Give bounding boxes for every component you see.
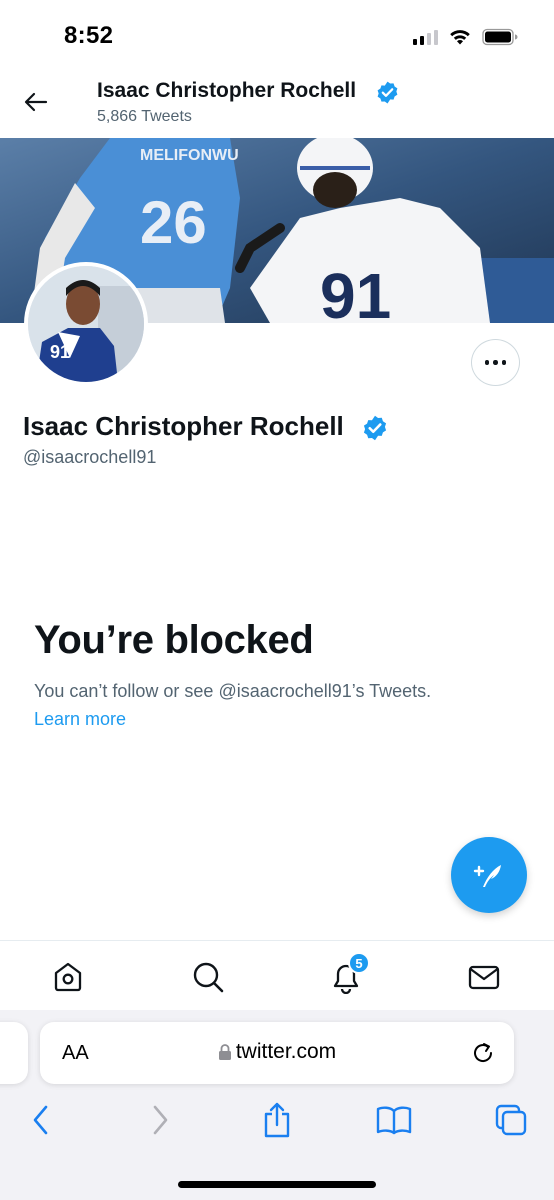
previous-tab-preview[interactable] [0,1022,28,1084]
tab-messages[interactable] [464,957,504,997]
status-time: 8:52 [64,22,114,49]
banner-jersey-right: 91 [320,260,391,323]
avatar-jersey-number: 91 [50,342,70,362]
search-icon [193,962,224,993]
tab-search[interactable] [188,957,228,997]
chevron-right-icon [153,1105,168,1135]
share-icon [264,1102,290,1138]
profile-name: Isaac Christopher Rochell [23,411,344,441]
url-text: twitter.com [235,1040,337,1063]
verified-badge-icon [363,415,387,441]
status-icons [413,26,518,48]
browser-forward-button[interactable] [140,1100,180,1140]
bookmarks-button[interactable] [374,1100,414,1140]
tab-home[interactable] [48,957,88,997]
arrow-left-icon [24,92,48,112]
home-indicator [178,1181,376,1188]
book-icon [376,1106,412,1135]
avatar-photo: 91 [28,266,144,382]
cellular-signal-icon [413,29,438,45]
status-bar: 8:52 [0,0,554,66]
back-button[interactable] [20,88,52,116]
bottom-tab-bar [0,940,554,1010]
mail-icon [468,965,500,990]
address-bar[interactable]: AA twitter.com [40,1022,514,1084]
wifi-icon [450,30,470,45]
blocked-description: You can’t follow or see @isaacrochell91’… [34,681,432,701]
reload-icon[interactable] [470,1040,496,1066]
browser-chrome: AA twitter.com [0,1010,554,1200]
home-icon [54,962,82,992]
verified-badge-icon [377,81,398,104]
url-display: twitter.com [40,1040,514,1064]
learn-more-link[interactable]: Learn more [34,709,126,730]
banner-nameplate: MELIFONWU [140,147,239,164]
chevron-left-icon [33,1105,48,1135]
blocked-title: You’re blocked [34,618,314,662]
battery-icon [482,28,518,46]
banner-jersey-left: 26 [140,189,207,256]
header-title: Isaac Christopher Rochell [97,79,357,102]
profile-handle: @isaacrochell91 [23,447,157,467]
profile-header: Isaac Christopher Rochell 5,866 Tweets [0,66,554,138]
tweet-count: 5,866 Tweets [97,108,192,125]
notification-count-badge: 5 [348,952,370,974]
browser-back-button[interactable] [21,1100,61,1140]
tabs-icon [495,1104,527,1136]
tabs-button[interactable] [491,1100,531,1140]
compose-tweet-button[interactable] [451,837,527,913]
more-options-button[interactable] [471,339,520,386]
share-button[interactable] [257,1100,297,1140]
avatar[interactable]: 91 [24,262,148,386]
lock-icon [218,1044,231,1061]
compose-feather-icon [473,865,501,887]
